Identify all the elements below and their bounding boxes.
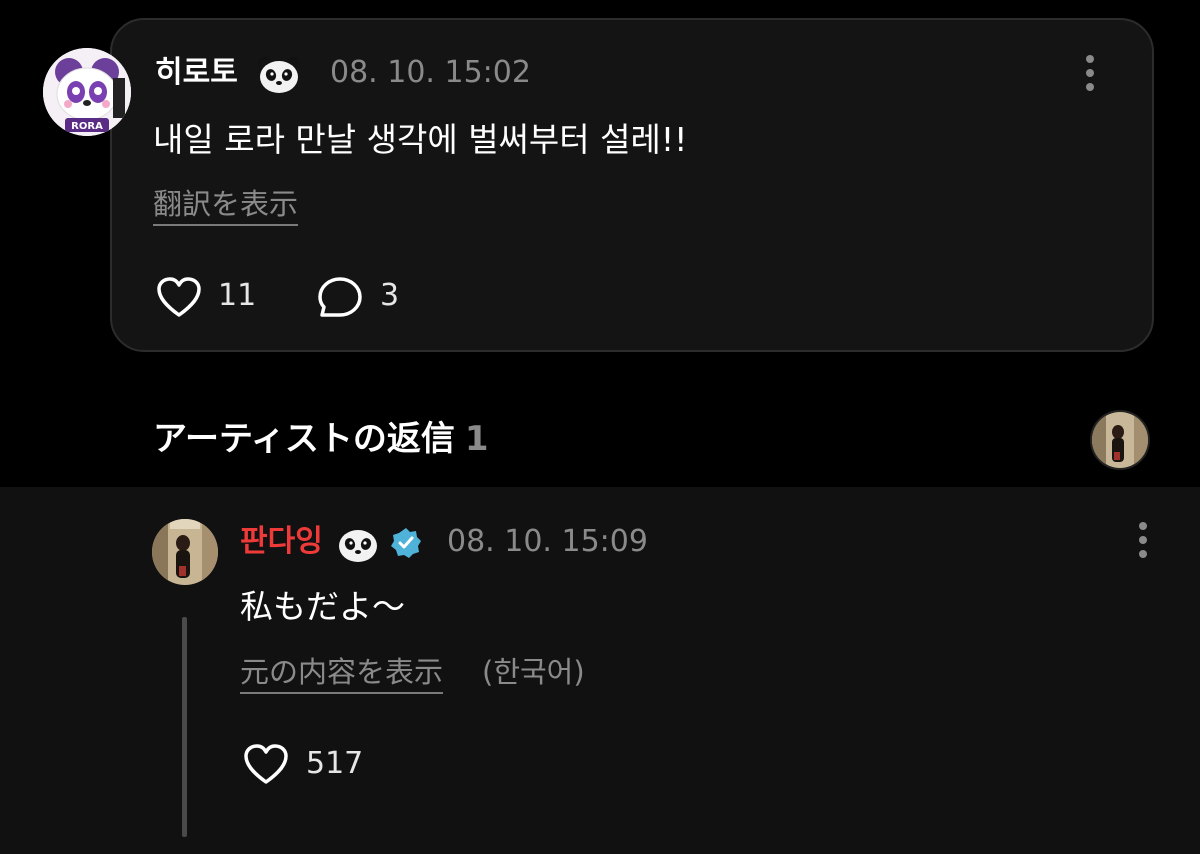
verified-badge-icon (390, 527, 422, 559)
post-comment-count: 3 (380, 278, 400, 313)
artist-avatar[interactable] (1090, 410, 1150, 470)
heart-icon[interactable] (242, 742, 290, 786)
heart-icon[interactable] (155, 275, 203, 319)
reply-author-name[interactable]: 판다잉 (240, 522, 323, 562)
thread-line (182, 617, 187, 837)
artist-reply-count: 1 (464, 419, 489, 459)
original-language-label: (한국어) (482, 655, 585, 689)
post-like-count: 11 (218, 278, 257, 313)
comment-bubble-icon[interactable] (316, 275, 364, 319)
artist-reply-title: アーティストの返信 (153, 419, 455, 459)
show-original-link[interactable]: 元の内容を表示 (240, 652, 444, 694)
post-author-name[interactable]: 히로토 (155, 53, 238, 93)
avatar-rora-text: RORA (71, 121, 103, 132)
reply-text: 私もだよ〜 (240, 587, 405, 626)
post-text: 내일 로라 만날 생각에 벌써부터 설레!! (153, 120, 688, 159)
reply-more-options-icon[interactable] (1133, 522, 1153, 562)
reply-timestamp: 08. 10. 15:09 (447, 524, 648, 559)
panda-face-icon (257, 56, 301, 98)
artist-reply-header: アーティストの返信 1 (153, 416, 489, 462)
reply-like-count: 517 (306, 746, 364, 781)
panda-face-icon (336, 525, 380, 567)
post-timestamp: 08. 10. 15:02 (330, 55, 531, 90)
post-author-avatar[interactable]: RORA (43, 48, 131, 136)
show-translation-link[interactable]: 翻訳を表示 (153, 184, 299, 226)
reply-author-avatar[interactable] (152, 519, 218, 585)
post-more-options-icon[interactable] (1080, 55, 1100, 95)
